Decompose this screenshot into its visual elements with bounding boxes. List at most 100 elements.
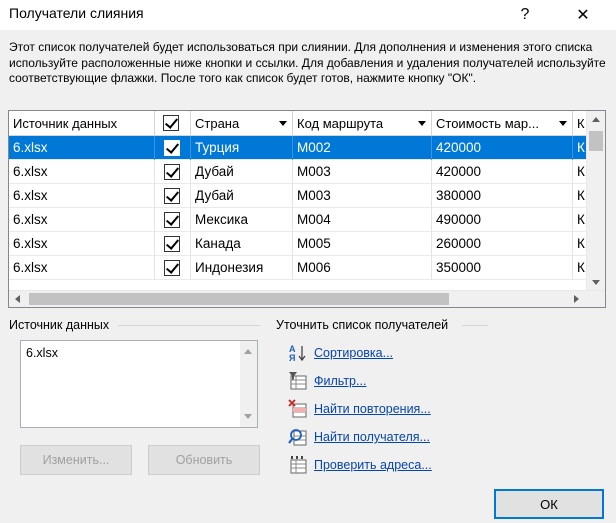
cell-country[interactable]: Мексика bbox=[191, 208, 293, 232]
validate-link-row[interactable]: Проверить адреса... bbox=[288, 455, 432, 475]
cell-route[interactable]: M006 bbox=[293, 256, 432, 280]
cell-country[interactable]: Дубай bbox=[191, 160, 293, 184]
grid-horizontal-scrollbar[interactable] bbox=[9, 290, 605, 307]
sort-icon: A Я bbox=[288, 343, 308, 363]
cell-route[interactable]: M004 bbox=[293, 208, 432, 232]
find-link-row[interactable]: Найти получателя... bbox=[288, 427, 430, 447]
validate-addresses-link[interactable]: Проверить адреса... bbox=[314, 458, 432, 472]
list-item[interactable]: 6.xlsx bbox=[26, 346, 58, 360]
data-source-list[interactable]: 6.xlsx bbox=[20, 340, 258, 428]
table-row[interactable]: 6.xlsx Мексика M004 490000 К bbox=[9, 208, 587, 232]
cell-source[interactable]: 6.xlsx bbox=[9, 184, 155, 208]
cell-k[interactable]: К bbox=[573, 256, 587, 280]
scroll-down-icon[interactable] bbox=[244, 414, 252, 419]
refresh-button[interactable]: Обновить bbox=[148, 445, 260, 475]
svg-text:Я: Я bbox=[289, 353, 295, 363]
close-button[interactable]: ✕ bbox=[560, 0, 606, 30]
duplicates-icon bbox=[288, 399, 308, 419]
cell-cost[interactable]: 420000 bbox=[432, 136, 573, 160]
find-icon bbox=[288, 427, 308, 447]
include-checkbox[interactable] bbox=[164, 140, 180, 156]
cell-route[interactable]: M005 bbox=[293, 232, 432, 256]
scroll-thumb[interactable] bbox=[29, 293, 449, 305]
cell-cost[interactable]: 490000 bbox=[432, 208, 573, 232]
cell-country[interactable]: Турция bbox=[191, 136, 293, 160]
cell-k[interactable]: К bbox=[573, 184, 587, 208]
cell-cost[interactable]: 380000 bbox=[432, 184, 573, 208]
refine-label: Уточнить список получателей bbox=[276, 318, 449, 332]
grid-vertical-scrollbar[interactable] bbox=[586, 111, 605, 291]
cell-check[interactable] bbox=[155, 256, 191, 280]
divider bbox=[118, 325, 260, 326]
table-row[interactable]: 6.xlsx Индонезия M006 350000 К bbox=[9, 256, 587, 280]
column-header-check[interactable] bbox=[155, 111, 191, 136]
find-duplicates-link[interactable]: Найти повторения... bbox=[314, 402, 431, 416]
scroll-thumb[interactable] bbox=[589, 131, 603, 151]
column-header-country[interactable]: Страна bbox=[191, 111, 293, 136]
include-checkbox[interactable] bbox=[164, 164, 180, 180]
validate-icon bbox=[288, 455, 308, 475]
cell-country[interactable]: Индонезия bbox=[191, 256, 293, 280]
include-checkbox[interactable] bbox=[164, 236, 180, 252]
recipients-grid[interactable]: Источник данных Страна Код маршрута Стои… bbox=[8, 110, 606, 308]
scroll-right-icon[interactable] bbox=[574, 295, 579, 303]
cell-route[interactable]: M003 bbox=[293, 160, 432, 184]
cell-country[interactable]: Канада bbox=[191, 232, 293, 256]
description-text: Этот список получателей будет использова… bbox=[9, 40, 606, 85]
grid-header: Источник данных Страна Код маршрута Стои… bbox=[9, 111, 587, 136]
duplicates-link-row[interactable]: Найти повторения... bbox=[288, 399, 431, 419]
table-row[interactable]: 6.xlsx Турция M002 420000 К bbox=[9, 136, 587, 160]
cell-k[interactable]: К bbox=[573, 160, 587, 184]
cell-check[interactable] bbox=[155, 184, 191, 208]
column-header-k[interactable]: К bbox=[573, 111, 587, 136]
data-source-label: Источник данных bbox=[9, 318, 110, 332]
chevron-down-icon[interactable] bbox=[559, 121, 567, 126]
chevron-down-icon[interactable] bbox=[279, 121, 287, 126]
column-header-route[interactable]: Код маршрута bbox=[293, 111, 432, 136]
cell-k[interactable]: К bbox=[573, 232, 587, 256]
include-checkbox[interactable] bbox=[164, 212, 180, 228]
help-button[interactable]: ? bbox=[502, 0, 548, 30]
filter-link[interactable]: Фильтр... bbox=[314, 374, 366, 388]
cell-route[interactable]: M002 bbox=[293, 136, 432, 160]
cell-check[interactable] bbox=[155, 136, 191, 160]
scroll-up-icon[interactable] bbox=[592, 117, 600, 122]
include-checkbox[interactable] bbox=[164, 188, 180, 204]
table-row[interactable]: 6.xlsx Дубай M003 420000 К bbox=[9, 160, 587, 184]
column-header-source[interactable]: Источник данных bbox=[9, 111, 155, 136]
cell-cost[interactable]: 420000 bbox=[432, 160, 573, 184]
cell-source[interactable]: 6.xlsx bbox=[9, 256, 155, 280]
cell-source[interactable]: 6.xlsx bbox=[9, 232, 155, 256]
sort-link[interactable]: Сортировка... bbox=[314, 346, 393, 360]
sort-link-row[interactable]: A Я Сортировка... bbox=[288, 343, 393, 363]
cell-source[interactable]: 6.xlsx bbox=[9, 160, 155, 184]
chevron-down-icon[interactable] bbox=[418, 121, 426, 126]
include-checkbox[interactable] bbox=[164, 260, 180, 276]
cell-country[interactable]: Дубай bbox=[191, 184, 293, 208]
table-row[interactable]: 6.xlsx Дубай M003 380000 К bbox=[9, 184, 587, 208]
cell-source[interactable]: 6.xlsx bbox=[9, 208, 155, 232]
cell-source[interactable]: 6.xlsx bbox=[9, 136, 155, 160]
filter-link-row[interactable]: Фильтр... bbox=[288, 371, 366, 391]
filter-icon bbox=[288, 371, 308, 391]
cell-cost[interactable]: 260000 bbox=[432, 232, 573, 256]
scroll-down-icon[interactable] bbox=[592, 280, 600, 285]
cell-check[interactable] bbox=[155, 208, 191, 232]
cell-check[interactable] bbox=[155, 160, 191, 184]
edit-button[interactable]: Изменить... bbox=[20, 445, 132, 475]
cell-k[interactable]: К bbox=[573, 208, 587, 232]
window-title: Получатели слияния bbox=[9, 5, 144, 21]
column-header-cost[interactable]: Стоимость мар... bbox=[432, 111, 573, 136]
table-row[interactable]: 6.xlsx Канада M005 260000 К bbox=[9, 232, 587, 256]
cell-check[interactable] bbox=[155, 232, 191, 256]
cell-cost[interactable]: 350000 bbox=[432, 256, 573, 280]
check-all-checkbox[interactable] bbox=[163, 115, 179, 131]
find-recipient-link[interactable]: Найти получателя... bbox=[314, 430, 430, 444]
scroll-up-icon[interactable] bbox=[244, 349, 252, 354]
list-scrollbar[interactable] bbox=[240, 341, 257, 427]
title-bar: Получатели слияния ? ✕ bbox=[0, 0, 616, 30]
scroll-left-icon[interactable] bbox=[15, 295, 20, 303]
ok-button[interactable]: ОК bbox=[494, 489, 604, 519]
cell-route[interactable]: M003 bbox=[293, 184, 432, 208]
cell-k[interactable]: К bbox=[573, 136, 587, 160]
